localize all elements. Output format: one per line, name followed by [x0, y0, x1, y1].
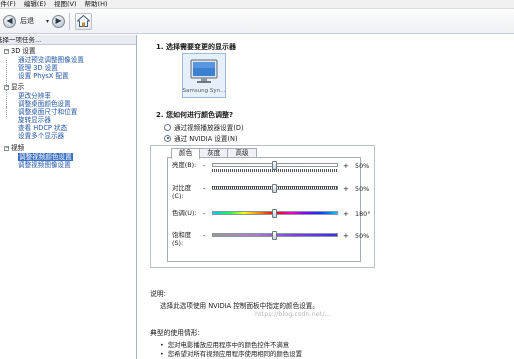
collapse-icon[interactable]: − — [4, 48, 9, 54]
contrast-row: 对比度(C): - + 50% — [172, 184, 369, 201]
hue-thumb[interactable] — [271, 209, 277, 218]
contrast-minus[interactable]: - — [203, 185, 206, 193]
back-button[interactable]: ◀ — [3, 14, 16, 28]
saturation-minus[interactable]: - — [203, 232, 206, 240]
saturation-thumb[interactable] — [271, 231, 277, 240]
tree-item-rotate[interactable]: 旋转显示器 — [18, 116, 51, 124]
brightness-value: 50% — [355, 162, 370, 170]
chevron-down-icon[interactable]: ▾ — [46, 18, 49, 25]
hue-label: 色调(U): — [172, 209, 197, 217]
tree-category-video[interactable]: − 视频 — [4, 144, 24, 152]
task-panel-title: 选择一项任务... — [0, 35, 136, 45]
menu-bar: 文件(F) 编辑(E) 视图(V) 帮助(H) — [0, 0, 514, 9]
hue-minus[interactable]: - — [203, 210, 206, 218]
tree-item-multi-display[interactable]: 设置多个显示器 — [18, 132, 64, 140]
saturation-label: 饱和度(S): — [172, 231, 192, 247]
contrast-value: 50% — [355, 185, 370, 193]
contrast-thumb[interactable] — [271, 184, 277, 193]
tree-item-manage-3d[interactable]: 管理 3D 设置 — [18, 64, 58, 72]
menu-help[interactable]: 帮助(H) — [85, 0, 108, 9]
brightness-minus[interactable]: - — [203, 162, 206, 170]
tree-category-3d[interactable]: −3D 设置 — [4, 47, 36, 55]
brightness-row: 亮度(B): - + 50% — [172, 161, 369, 178]
tree-category-label: 3D 设置 — [11, 47, 36, 55]
step2-title: 2. 您如何进行颜色调整? — [156, 111, 234, 119]
monitor-icon — [190, 59, 218, 83]
radio-nvidia[interactable] — [164, 134, 171, 142]
back-label[interactable]: 后退 — [20, 16, 34, 26]
task-panel: 选择一项任务... −3D 设置 通过预览调整图像设置 管理 3D 设置 设置 … — [0, 35, 137, 359]
tree-item-preview-image[interactable]: 通过预览调整图像设置 — [18, 56, 84, 64]
saturation-row: 饱和度(S): - + 50% — [172, 231, 369, 248]
display-selector[interactable]: Samsung Syn... — [182, 53, 226, 98]
tree-category-label: 显示 — [11, 83, 25, 91]
home-button[interactable] — [75, 12, 93, 30]
usage-bullet: 您对电影播放应用程序中的颜色控件不满意 — [160, 340, 289, 349]
display-name: Samsung Syn... — [182, 88, 226, 94]
contrast-plus[interactable]: + — [343, 185, 349, 193]
tab-color[interactable]: 颜色 — [171, 148, 201, 159]
hue-row: 色调(U): - + 180° — [172, 209, 370, 226]
radio-nvidia-label: 通过 NVIDIA 设置(N) — [174, 135, 238, 143]
contrast-label: 对比度(C): — [172, 184, 192, 200]
collapse-icon[interactable]: − — [4, 84, 9, 90]
menu-file[interactable]: 文件(F) — [0, 0, 16, 9]
home-icon — [77, 15, 91, 27]
toolbar: ◀ 后退 ▾ ▶ — [0, 9, 514, 34]
saturation-value: 50% — [355, 232, 370, 240]
brightness-label: 亮度(B): — [172, 161, 197, 169]
tree-item-desktop-color[interactable]: 调整桌面颜色设置 — [18, 100, 71, 108]
tree-connector — [6, 107, 7, 111]
menu-edit[interactable]: 编辑(E) — [24, 0, 46, 9]
arrow-right-icon: ▶ — [55, 16, 62, 25]
radio-player[interactable] — [164, 123, 171, 131]
tree-item-video-image[interactable]: 调整视频图像设置 — [18, 161, 71, 169]
radio-nvidia-option[interactable]: 通过 NVIDIA 设置(N) — [164, 133, 238, 143]
watermark: https://blog.csdn.net/... — [255, 310, 331, 318]
step1-title: 1. 选择需要变更的显示器 — [156, 43, 236, 51]
arrow-left-icon: ◀ — [6, 16, 13, 25]
tree-item-video-color[interactable]: 调整视频颜色设置 — [18, 153, 73, 161]
collapse-icon[interactable]: − — [4, 145, 9, 151]
description-title: 说明: — [150, 290, 166, 298]
hue-value: 180° — [355, 210, 371, 218]
hue-plus[interactable]: + — [343, 210, 349, 218]
toolbar-separator — [69, 12, 71, 30]
tree-item-resolution[interactable]: 更改分辨率 — [18, 92, 51, 100]
forward-button[interactable]: ▶ — [52, 14, 66, 28]
radio-player-option[interactable]: 通过视频播放器设置(D) — [164, 122, 244, 132]
radio-player-label: 通过视频播放器设置(D) — [174, 124, 244, 132]
menu-view[interactable]: 视图(V) — [54, 0, 77, 9]
tree-category-label: 视频 — [11, 144, 25, 152]
color-tab-body: 亮度(B): - + 50% 对比度(C): - + 50% 色调(U): - … — [167, 157, 370, 262]
description-text: 选择此选项使用 NVIDIA 控制面板中指定的颜色设置。 — [160, 302, 319, 310]
saturation-plus[interactable]: + — [343, 232, 349, 240]
tree-item-physx[interactable]: 设置 PhysX 配置 — [18, 72, 69, 80]
usage-title: 典型的使用情形: — [150, 329, 200, 337]
tree-category-display[interactable]: − 显示 — [4, 83, 24, 91]
tree-item-hdcp[interactable]: 查看 HDCP 状态 — [18, 124, 67, 132]
usage-bullet: 您希望对所有视频应用程序使用相同的颜色设置 — [160, 349, 302, 358]
tree-item-desktop-size[interactable]: 调整桌面尺寸和位置 — [18, 108, 77, 116]
brightness-plus[interactable]: + — [343, 162, 349, 170]
brightness-thumb[interactable] — [271, 161, 277, 170]
